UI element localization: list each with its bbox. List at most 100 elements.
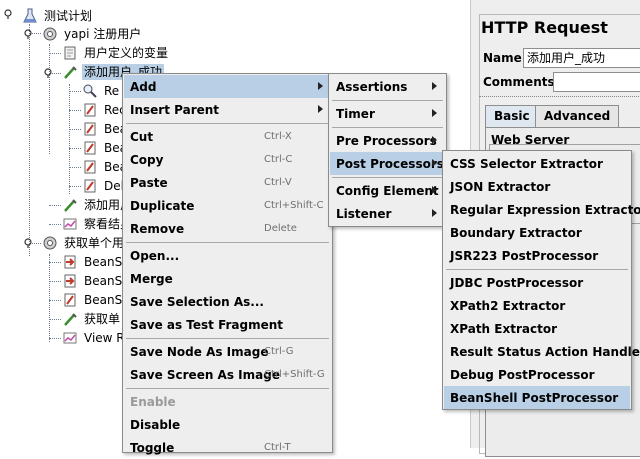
menu-item-save-fragment[interactable]: Save as Test Fragment [124, 313, 331, 336]
menu-item-label: Insert Parent [130, 102, 220, 117]
menu-item-config-element[interactable]: Config Element [330, 179, 445, 202]
tree-node-label: yapi 注册用户 [64, 27, 142, 41]
menu-item-assertions[interactable]: Assertions [330, 75, 445, 98]
menu-item-result-status-handler[interactable]: Result Status Action Handler [444, 340, 640, 363]
menu-item-css-selector-extractor[interactable]: CSS Selector Extractor [444, 152, 630, 175]
menu-item-label: Boundary Extractor [450, 225, 582, 240]
menu-item-pre-processors[interactable]: Pre Processors [330, 129, 445, 152]
processor-icon [82, 102, 98, 118]
menu-item-open[interactable]: Open... [124, 244, 331, 267]
menu-item-json-extractor[interactable]: JSON Extractor [444, 175, 630, 198]
menu-separator [332, 127, 443, 128]
menu-item-beanshell-postprocessor[interactable]: BeanShell PostProcessor [444, 386, 630, 409]
divider [479, 96, 640, 100]
menu-item-listener[interactable]: Listener [330, 202, 445, 225]
submenu-arrow-icon [432, 82, 437, 90]
collapse-handle-icon[interactable] [4, 9, 14, 19]
tree-node-child[interactable]: Rec [82, 100, 128, 120]
menu-item-save-screen-image[interactable]: Save Screen As Image Ctrl+Shift-G [124, 363, 331, 386]
comments-field[interactable] [553, 72, 640, 92]
menu-item-label: Save Selection As... [130, 294, 264, 309]
tree-node-label: View R [84, 331, 125, 345]
tab-advanced[interactable]: Advanced [535, 105, 620, 127]
menu-item-label: Open... [130, 248, 180, 263]
collapse-handle-icon[interactable] [24, 29, 34, 39]
menu-item-label: BeanShell PostProcessor [450, 390, 619, 405]
shortcut-label: Ctrl+Shift-G [264, 369, 325, 380]
menu-item-post-processors[interactable]: Post Processors [330, 152, 445, 175]
menu-item-xpath2-extractor[interactable]: XPath2 Extractor [444, 294, 630, 317]
shortcut-label: Ctrl-C [264, 154, 293, 165]
menu-item-jdbc-postprocessor[interactable]: JDBC PostProcessor [444, 271, 630, 294]
menu-item-label: Result Status Action Handler [450, 344, 640, 359]
menu-item-label: Pre Processors [336, 133, 437, 148]
menu-item-save-selection[interactable]: Save Selection As... [124, 290, 331, 313]
tree-node-child[interactable]: Re [82, 81, 121, 101]
menu-item-debug-postprocessor[interactable]: Debug PostProcessor [444, 363, 630, 386]
tree-node-listener[interactable]: View R [62, 328, 127, 348]
thread-group-gear-icon [42, 235, 58, 251]
processor-icon [82, 140, 98, 156]
menu-item-label: JSON Extractor [450, 179, 551, 194]
menu-item-label: Save as Test Fragment [130, 317, 284, 332]
menu-item-enable: Enable [124, 390, 331, 413]
menu-item-label: Debug PostProcessor [450, 367, 595, 382]
menu-separator [126, 338, 329, 339]
beanshell-arrow-icon [62, 254, 78, 270]
sampler-pipette-icon [62, 197, 78, 213]
tree-node-user-defined-vars[interactable]: 用户定义的变量 [62, 43, 170, 63]
processor-icon [82, 178, 98, 194]
menu-item-label: Merge [130, 271, 173, 286]
shortcut-label: Delete [264, 223, 297, 234]
menu-item-label: Assertions [336, 79, 408, 94]
menu-item-boundary-extractor[interactable]: Boundary Extractor [444, 221, 630, 244]
menu-item-timer[interactable]: Timer [330, 102, 445, 125]
menu-item-disable[interactable]: Disable [124, 413, 331, 436]
tab-basic[interactable]: Basic [485, 105, 539, 127]
menu-item-save-node-image[interactable]: Save Node As Image Ctrl-G [124, 340, 331, 363]
menu-item-xpath-extractor[interactable]: XPath Extractor [444, 317, 630, 340]
menu-item-paste[interactable]: Paste Ctrl-V [124, 171, 331, 194]
tree-node-label: 测试计划 [44, 9, 93, 23]
menu-item-remove[interactable]: Remove Delete [124, 217, 331, 240]
shortcut-label: Ctrl-V [264, 177, 292, 188]
menu-item-regex-extractor[interactable]: Regular Expression Extractor [444, 198, 640, 221]
menu-item-label: Remove [130, 221, 185, 236]
tree-node-beanshell[interactable]: BeanS [62, 271, 124, 291]
post-processors-submenu: CSS Selector Extractor JSON Extractor Re… [442, 150, 640, 410]
processor-icon [82, 121, 98, 137]
tree-node-beanshell[interactable]: BeanS [62, 252, 124, 272]
collapse-handle-icon[interactable] [24, 238, 34, 248]
beanshell-arrow-icon [62, 273, 78, 289]
menu-item-add[interactable]: Add [124, 75, 331, 98]
shortcut-label: Ctrl-X [264, 131, 292, 142]
menu-item-label: Save Screen As Image [130, 367, 280, 382]
tree-node-child[interactable]: Del [82, 176, 126, 196]
menu-item-label: Cut [130, 129, 154, 144]
menu-item-copy[interactable]: Copy Ctrl-C [124, 148, 331, 171]
menu-item-merge[interactable]: Merge [124, 267, 331, 290]
menu-item-label: Config Element [336, 183, 439, 198]
menu-separator [332, 177, 443, 178]
tree-node-thread-group[interactable]: yapi 注册用户 [42, 24, 143, 44]
menu-item-label: XPath2 Extractor [450, 298, 566, 313]
tree-node-test-plan[interactable]: 测试计划 [22, 6, 94, 26]
collapse-handle-icon[interactable] [44, 68, 54, 78]
menu-item-label: Regular Expression Extractor [450, 202, 640, 217]
menu-item-insert-parent[interactable]: Insert Parent [124, 98, 331, 121]
menu-separator [126, 242, 329, 243]
menu-separator [126, 388, 329, 389]
tree-node-thread-group[interactable]: 获取单个用 [42, 233, 126, 253]
shortcut-label: Ctrl-G [264, 346, 294, 357]
menu-item-label: Paste [130, 175, 168, 190]
submenu-arrow-icon [432, 209, 437, 217]
test-plan-flask-icon [22, 8, 38, 24]
menu-item-cut[interactable]: Cut Ctrl-X [124, 125, 331, 148]
menu-item-jsr223-postprocessor[interactable]: JSR223 PostProcessor [444, 244, 630, 267]
tree-node-http-sampler[interactable]: 获取单 [62, 309, 122, 329]
tree-node-beanshell[interactable]: BeanS [62, 290, 124, 310]
menu-item-label: Add [130, 79, 157, 94]
name-field[interactable]: 添加用户_成功 [523, 48, 640, 68]
name-label: Name: [483, 51, 527, 65]
menu-item-duplicate[interactable]: Duplicate Ctrl+Shift-C [124, 194, 331, 217]
